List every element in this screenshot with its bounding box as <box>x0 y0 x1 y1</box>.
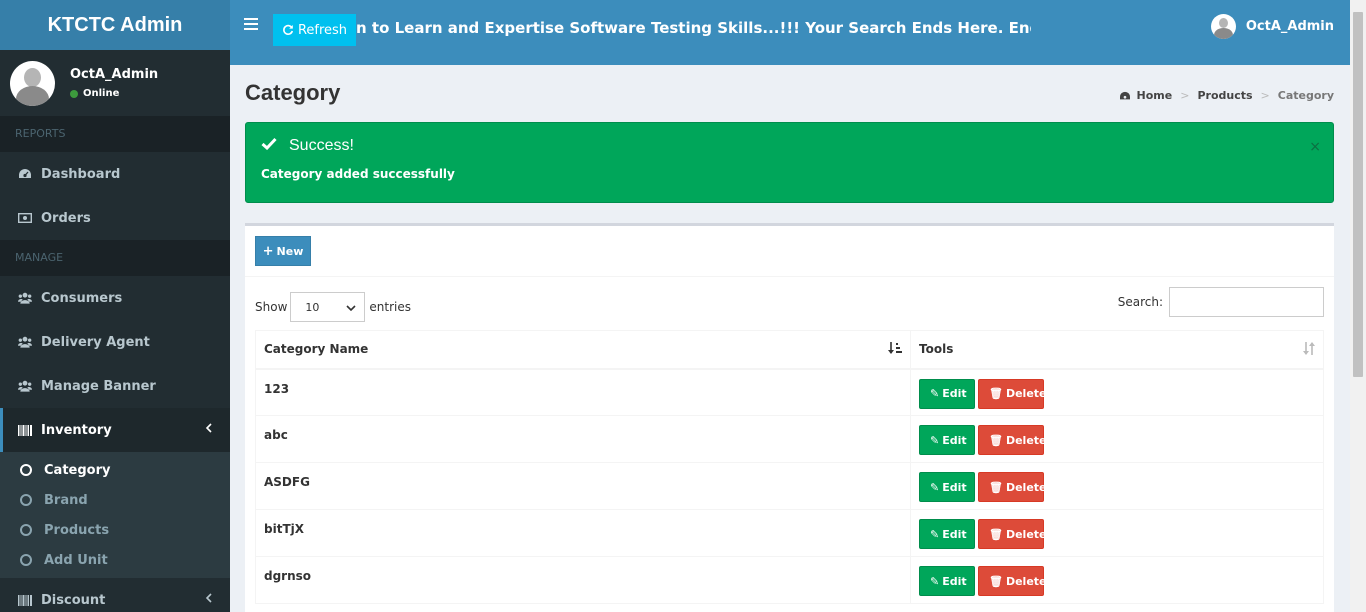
edit-button[interactable]: ✎ Edit <box>919 425 975 455</box>
category-name-cell: dgrnso <box>255 556 911 604</box>
category-name-cell: bitTjX <box>255 509 911 557</box>
delete-button[interactable]: 🗑 Delete <box>978 472 1047 502</box>
dashboard-icon <box>1119 91 1131 101</box>
top-navbar: Refresh n to Learn and Expertise Softwar… <box>230 0 1350 65</box>
section-header-reports: REPORTS <box>0 116 230 152</box>
success-alert: Success! Category added successfully × <box>245 122 1334 203</box>
sidebar-subitem-category[interactable]: Category <box>0 455 230 485</box>
inventory-submenu: Category Brand Products Add Unit <box>0 452 230 578</box>
sidebar-item-delivery-agent[interactable]: Delivery Agent <box>0 320 230 364</box>
edit-icon: ✎ <box>930 574 940 588</box>
trash-icon: 🗑 <box>989 527 1003 541</box>
circle-icon <box>20 554 32 566</box>
edit-icon: ✎ <box>930 387 940 400</box>
sidebar-item-orders[interactable]: Orders <box>0 196 230 240</box>
alert-message: Category added successfully <box>261 167 455 181</box>
delete-button[interactable]: 🗑 Delete <box>978 566 1047 596</box>
circle-icon <box>20 524 32 536</box>
breadcrumb-home[interactable]: Home <box>1137 89 1173 102</box>
user-panel: OctA_Admin Online <box>0 50 230 116</box>
sidebar-item-discount[interactable]: Discount <box>0 578 230 612</box>
sidebar-user-name: OctA_Admin <box>70 67 159 82</box>
sidebar-item-inventory[interactable]: Inventory <box>0 408 230 452</box>
avatar <box>10 60 55 106</box>
column-header-category-name[interactable]: Category Name <box>255 330 911 370</box>
category-table: Category Name Tools 123 ✎ Edit 🗑 Delete … <box>255 330 1324 604</box>
entries-length-control: Show 10 entries <box>255 292 411 322</box>
delete-button[interactable]: 🗑 Delete <box>978 519 1047 549</box>
delete-button[interactable]: 🗑 Delete <box>978 378 1047 409</box>
table-search: Search: <box>1118 287 1324 317</box>
dashboard-icon <box>18 168 32 180</box>
sidebar-item-dashboard[interactable]: Dashboard <box>0 152 230 196</box>
category-box: + New Show 10 entries Search: Category N… <box>245 223 1334 612</box>
page-title: Category <box>245 80 341 105</box>
trash-icon: 🗑 <box>989 574 1003 588</box>
trash-icon: 🗑 <box>989 433 1003 447</box>
edit-button[interactable]: ✎ Edit <box>919 472 975 502</box>
column-header-tools[interactable]: Tools <box>910 330 1324 370</box>
edit-button[interactable]: ✎ Edit <box>919 519 975 549</box>
category-name-cell: ASDFG <box>255 462 911 510</box>
refresh-button[interactable]: Refresh <box>273 14 356 46</box>
category-name-cell: 123 <box>255 368 911 416</box>
sidebar-item-manage-banner[interactable]: Manage Banner <box>0 364 230 408</box>
edit-button[interactable]: ✎ Edit <box>919 566 975 596</box>
edit-icon: ✎ <box>930 527 940 541</box>
page-scrollbar[interactable] <box>1350 0 1366 612</box>
sidebar-subitem-add-unit[interactable]: Add Unit <box>0 545 230 575</box>
new-category-button[interactable]: + New <box>255 236 311 266</box>
check-icon <box>261 137 277 155</box>
entries-select[interactable]: 10 <box>290 292 366 322</box>
breadcrumb-products[interactable]: Products <box>1197 89 1252 102</box>
money-icon <box>18 212 32 224</box>
online-dot-icon <box>70 89 78 98</box>
refresh-icon <box>282 24 294 36</box>
sidebar: KTCTC Admin OctA_Admin Online REPORTS Da… <box>0 0 230 612</box>
search-input[interactable] <box>1169 287 1324 317</box>
edit-button[interactable]: ✎ Edit <box>919 378 975 409</box>
table-row: bitTjX ✎ Edit 🗑 Delete <box>255 509 1324 557</box>
brand-logo[interactable]: KTCTC Admin <box>0 0 230 50</box>
table-row: ASDFG ✎ Edit 🗑 Delete <box>255 462 1324 510</box>
plus-icon: + <box>262 243 274 259</box>
user-menu[interactable]: OctA_Admin <box>1210 14 1334 39</box>
circle-icon <box>20 494 32 506</box>
sort-icon <box>1303 342 1315 358</box>
category-name-cell: abc <box>255 415 911 463</box>
table-row: dgrnso ✎ Edit 🗑 Delete <box>255 556 1324 604</box>
barcode-icon <box>18 424 32 436</box>
edit-icon: ✎ <box>930 480 940 494</box>
avatar <box>1210 14 1236 39</box>
chevron-left-icon <box>205 422 212 436</box>
user-status: Online <box>70 88 158 99</box>
sort-asc-icon <box>888 342 902 358</box>
delete-button[interactable]: 🗑 Delete <box>978 425 1047 455</box>
edit-icon: ✎ <box>930 433 940 447</box>
chevron-down-icon <box>346 301 356 314</box>
sidebar-item-consumers[interactable]: Consumers <box>0 276 230 320</box>
users-icon <box>18 380 32 392</box>
alert-title: Success! <box>289 137 354 154</box>
barcode-icon <box>18 594 32 606</box>
announcement-marquee: n to Learn and Expertise Software Testin… <box>356 19 1031 37</box>
users-icon <box>18 336 32 348</box>
breadcrumb-category: Category <box>1277 89 1334 102</box>
circle-icon <box>20 464 32 476</box>
users-icon <box>18 292 32 304</box>
close-icon[interactable]: × <box>1309 139 1321 155</box>
sidebar-subitem-products[interactable]: Products <box>0 515 230 545</box>
trash-icon: 🗑 <box>989 480 1003 494</box>
chevron-left-icon <box>205 592 212 606</box>
sidebar-subitem-brand[interactable]: Brand <box>0 485 230 515</box>
trash-icon: 🗑 <box>989 387 1003 400</box>
section-header-manage: MANAGE <box>0 240 230 276</box>
menu-toggle-icon[interactable] <box>244 18 258 33</box>
table-row: abc ✎ Edit 🗑 Delete <box>255 415 1324 463</box>
breadcrumb: Home > Products > Category <box>1119 89 1334 102</box>
table-row: 123 ✎ Edit 🗑 Delete <box>255 368 1324 416</box>
